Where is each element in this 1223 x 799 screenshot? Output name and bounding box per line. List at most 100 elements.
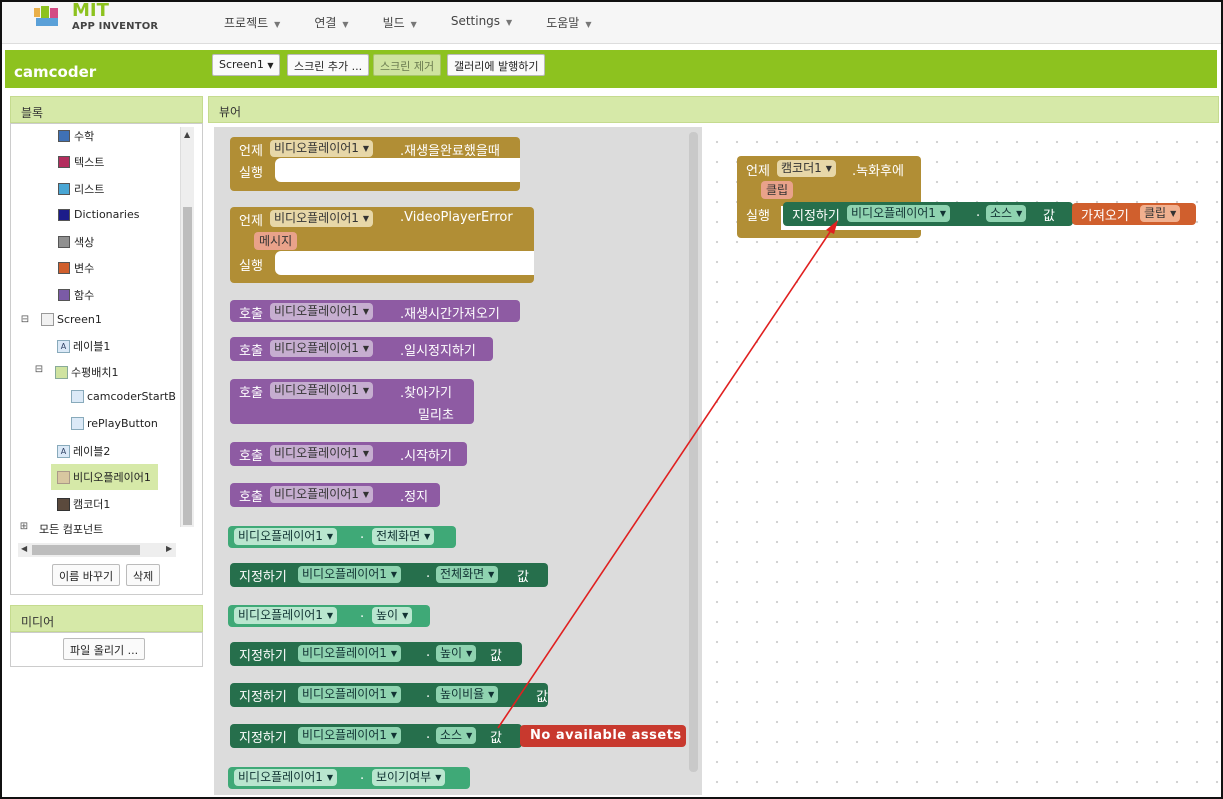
media-panel-title: 미디어 [10,605,203,632]
property-dropdown[interactable]: 전체화면 ▼ [436,566,499,583]
setter-block-height[interactable]: 지정하기 비디오플레이어1 ▼ . 높이 ▼ 값 [230,642,522,666]
tree-replay-button[interactable]: rePlayButton [71,417,158,430]
screen-select[interactable]: Screen1 ▼ [212,54,281,76]
publish-gallery-button[interactable]: 갤러리에 발행하기 [447,54,546,76]
delete-button[interactable]: 삭제 [126,564,161,586]
menu-help[interactable]: 도움말 ▼ [546,14,591,31]
getter-block-visible[interactable]: 비디오플레이어1 ▼ . 보이기여부 ▼ [228,767,470,789]
setter-block-source[interactable]: 지정하기 비디오플레이어1 ▼ . 소스 ▼ 값 [230,724,522,748]
flyout-scrollbar[interactable] [689,132,698,772]
workspace-get-block[interactable]: 가져오기 클립 ▼ [1072,203,1196,225]
call-block-start[interactable]: 호출 비디오플레이어1 ▼ .시작하기 [230,442,467,466]
component-dropdown[interactable]: 비디오플레이어1 ▼ [270,445,374,462]
property-dropdown[interactable]: 높이 ▼ [436,645,477,662]
call-block-stop[interactable]: 호출 비디오플레이어1 ▼ .정지 [230,483,440,507]
component-dropdown[interactable]: 비디오플레이어1 ▼ [270,486,374,503]
tree-all-components[interactable]: 모든 컴포넌트 [39,521,103,537]
collapse-icon[interactable]: ⊟ [20,314,30,325]
remove-screen-button[interactable]: 스크린 제거 [373,54,442,76]
component-dropdown[interactable]: 비디오플레이어1 ▼ [270,382,374,399]
tree-label2[interactable]: A 레이블2 [57,443,110,459]
set-keyword: 지정하기 [239,690,287,705]
do-keyword: 실행 [239,259,263,274]
scroll-left-icon[interactable]: ◀ [21,544,27,553]
camcorder-dropdown[interactable]: 캠코더1 ▼ [777,160,836,177]
call-block-pause[interactable]: 호출 비디오플레이어1 ▼ .일시정지하기 [230,337,493,361]
no-assets-block[interactable]: No available assets [520,725,686,747]
expand-icon[interactable]: ⊞ [19,521,29,532]
tree-videoplayer1[interactable]: 비디오플레이어1 [51,464,158,490]
viewer-title: 뷰어 [208,96,1219,123]
video-icon [57,470,70,484]
clip-param[interactable]: 클립 [761,181,794,199]
component-dropdown[interactable]: 비디오플레이어1 ▼ [234,528,338,545]
collapse-icon[interactable]: ⊟ [34,364,44,375]
component-dropdown[interactable]: 비디오플레이어1 ▼ [270,210,374,227]
blocks-tree-scrollbar[interactable]: ▲ [180,127,194,527]
lists-icon [58,183,70,195]
app-inventor-logo[interactable]: MIT APP INVENTOR [32,0,182,40]
no-assets-label: No available assets [530,728,682,743]
tree-camcoder-start-button[interactable]: camcoderStartB [71,390,176,403]
builtin-variables[interactable]: 변수 [58,260,94,276]
blocks-tree-hscrollbar[interactable]: ◀ ▶ [18,543,176,557]
builtin-text[interactable]: 텍스트 [58,154,104,170]
component-dropdown[interactable]: 비디오플레이어1 ▼ [847,205,951,222]
setter-block-height-percent[interactable]: 지정하기 비디오플레이어1 ▼ . 높이비율 ▼ 값 [230,683,548,707]
component-dropdown[interactable]: 비디오플레이어1 ▼ [234,769,338,786]
tree-camcorder1[interactable]: 캠코더1 [57,496,110,512]
component-dropdown[interactable]: 비디오플레이어1 ▼ [270,303,374,320]
getter-block-height[interactable]: 비디오플레이어1 ▼ . 높이 ▼ [228,605,430,627]
component-dropdown[interactable]: 비디오플레이어1 ▼ [234,607,338,624]
property-dropdown[interactable]: 전체화면 ▼ [372,528,435,545]
blocks-panel-title: 블록 [10,96,203,123]
rename-button[interactable]: 이름 바꾸기 [52,564,121,586]
builtin-colors[interactable]: 색상 [58,234,94,250]
message-param[interactable]: 메시지 [254,232,298,250]
scroll-right-icon[interactable]: ▶ [166,544,172,553]
tree-screen1[interactable]: Screen1 [41,313,102,326]
component-dropdown[interactable]: 비디오플레이어1 ▼ [298,566,402,583]
getter-block-fullscreen[interactable]: 비디오플레이어1 ▼ . 전체화면 ▼ [228,526,456,548]
menu-project[interactable]: 프로젝트 ▼ [224,14,280,31]
chevron-down-icon: ▼ [435,773,442,782]
to-keyword: 값 [517,570,529,585]
property-dropdown[interactable]: 소스 ▼ [986,205,1027,222]
chevron-down-icon: ▼ [274,20,281,29]
property-dropdown[interactable]: 높이비율 ▼ [436,686,499,703]
set-keyword: 지정하기 [239,731,287,746]
do-keyword: 실행 [239,166,263,181]
call-block-seekto[interactable]: 호출 비디오플레이어1 ▼ .찾아가기 밀리초 [230,379,474,424]
tree-label1[interactable]: A 레이블1 [57,338,110,354]
menu-connect[interactable]: 연결 ▼ [314,14,348,31]
setter-block-fullscreen[interactable]: 지정하기 비디오플레이어1 ▼ . 전체화면 ▼ 값 [230,563,548,587]
component-dropdown[interactable]: 비디오플레이어1 ▼ [270,340,374,357]
property-dropdown[interactable]: 보이기여부 ▼ [372,769,446,786]
scroll-up-icon[interactable]: ▲ [184,130,190,139]
component-dropdown[interactable]: 비디오플레이어1 ▼ [298,727,402,744]
variable-dropdown[interactable]: 클립 ▼ [1140,205,1181,222]
add-screen-button[interactable]: 스크린 추가 ... [287,54,370,76]
menu-build[interactable]: 빌드 ▼ [383,14,417,31]
property-dropdown[interactable]: 소스 ▼ [436,727,477,744]
builtin-math[interactable]: 수학 [58,128,94,144]
tree-hlayout1[interactable]: 수평배치1 [55,364,118,380]
property-dropdown[interactable]: 높이 ▼ [372,607,413,624]
scrollbar-thumb[interactable] [183,207,192,525]
workspace-setter-block[interactable]: 지정하기 비디오플레이어1 ▼ . 소스 ▼ 값 [783,202,1073,226]
component-dropdown[interactable]: 비디오플레이어1 ▼ [298,645,402,662]
method-name: .일시정지하기 [400,344,476,359]
component-dropdown[interactable]: 비디오플레이어1 ▼ [270,140,374,157]
call-block-getduration[interactable]: 호출 비디오플레이어1 ▼ .재생시간가져오기 [230,300,520,322]
dot-separator: . [360,768,365,783]
builtin-procedures[interactable]: 함수 [58,287,94,303]
builtin-dictionaries[interactable]: Dictionaries [58,208,139,221]
component-dropdown[interactable]: 비디오플레이어1 ▼ [298,686,402,703]
dot-separator: . [976,205,981,220]
builtin-lists[interactable]: 리스트 [58,181,104,197]
chevron-down-icon: ▼ [939,209,947,218]
upload-file-button[interactable]: 파일 올리기 ... [63,638,146,660]
menu-settings[interactable]: Settings ▼ [451,14,512,31]
chevron-down-icon: ▼ [390,649,398,658]
hscrollbar-thumb[interactable] [32,545,140,555]
